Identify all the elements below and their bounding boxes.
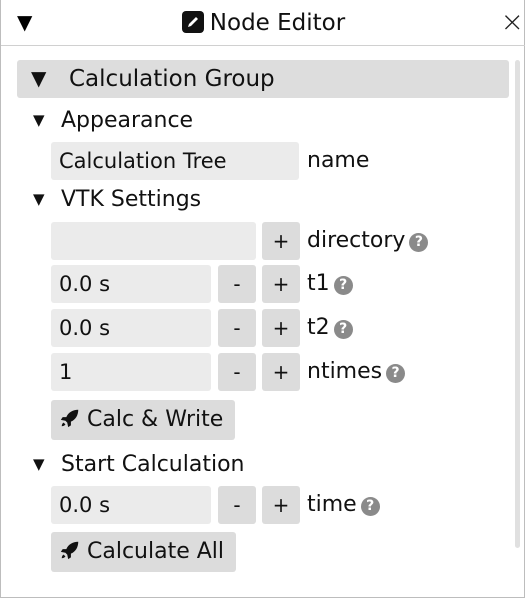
ntimes-field[interactable]: 1 — [51, 353, 211, 391]
chevron-down-icon: ▼ — [33, 190, 45, 208]
ntimes-plus-button[interactable]: + — [262, 353, 300, 391]
calc-and-write-label: Calc & Write — [87, 407, 224, 432]
start-calculation-section-header[interactable]: ▼ Start Calculation — [33, 450, 244, 479]
t1-label: t1? — [307, 265, 353, 303]
section-title: Start Calculation — [61, 452, 245, 477]
directory-label-text: directory — [307, 228, 406, 253]
t2-minus-button[interactable]: - — [218, 309, 256, 347]
t2-field[interactable]: 0.0 s — [51, 309, 211, 347]
t1-field[interactable]: 0.0 s — [51, 265, 211, 303]
t1-plus-button[interactable]: + — [262, 265, 300, 303]
calc-and-write-button[interactable]: Calc & Write — [51, 400, 236, 440]
close-icon[interactable]: × — [501, 8, 524, 36]
calculation-group-header[interactable]: ▼ Calculation Group — [17, 60, 509, 98]
group-title: Calculation Group — [69, 66, 275, 92]
ntimes-label-text: ntimes — [307, 359, 383, 384]
question-circle-icon[interactable]: ? — [386, 364, 406, 383]
name-label: name — [307, 148, 370, 173]
ntimes-label: ntimes? — [307, 353, 406, 391]
section-title: Appearance — [61, 108, 194, 133]
ntimes-minus-button[interactable]: - — [218, 353, 256, 391]
directory-plus-button[interactable]: + — [262, 222, 300, 260]
time-label-text: time — [307, 492, 357, 517]
name-field[interactable]: Calculation Tree — [51, 142, 299, 180]
t1-minus-button[interactable]: - — [218, 265, 256, 303]
question-circle-icon[interactable]: ? — [360, 497, 380, 516]
question-circle-icon[interactable]: ? — [333, 276, 353, 295]
time-label: time? — [307, 486, 380, 524]
directory-field[interactable] — [51, 222, 256, 260]
chevron-down-icon: ▼ — [33, 111, 45, 129]
vtk-settings-section-header[interactable]: ▼ VTK Settings — [33, 185, 201, 214]
rocket-icon — [60, 409, 79, 428]
calculate-all-label: Calculate All — [87, 539, 225, 564]
appearance-section-header[interactable]: ▼ Appearance — [33, 106, 193, 135]
window-title-text: Node Editor — [209, 10, 346, 36]
time-field[interactable]: 0.0 s — [51, 486, 211, 524]
window-title: Node Editor — [1, 10, 525, 36]
directory-label: directory? — [307, 222, 429, 260]
rocket-icon — [60, 541, 79, 560]
chevron-down-icon: ▼ — [31, 66, 47, 90]
node-editor-window: ▼ Node Editor × ▼ Calculation Group ▼ App… — [0, 0, 525, 598]
edit-icon — [181, 11, 204, 33]
chevron-down-icon: ▼ — [33, 455, 45, 473]
scrollbar[interactable] — [515, 60, 520, 548]
t2-label: t2? — [307, 309, 353, 347]
question-circle-icon[interactable]: ? — [333, 320, 353, 339]
time-minus-button[interactable]: - — [218, 486, 256, 524]
calculate-all-button[interactable]: Calculate All — [51, 532, 237, 572]
t2-plus-button[interactable]: + — [262, 309, 300, 347]
t2-label-text: t2 — [307, 315, 330, 340]
time-plus-button[interactable]: + — [262, 486, 300, 524]
title-bar: ▼ Node Editor × — [1, 0, 525, 46]
section-title: VTK Settings — [61, 187, 202, 212]
question-circle-icon[interactable]: ? — [409, 233, 429, 252]
t1-label-text: t1 — [307, 271, 330, 296]
